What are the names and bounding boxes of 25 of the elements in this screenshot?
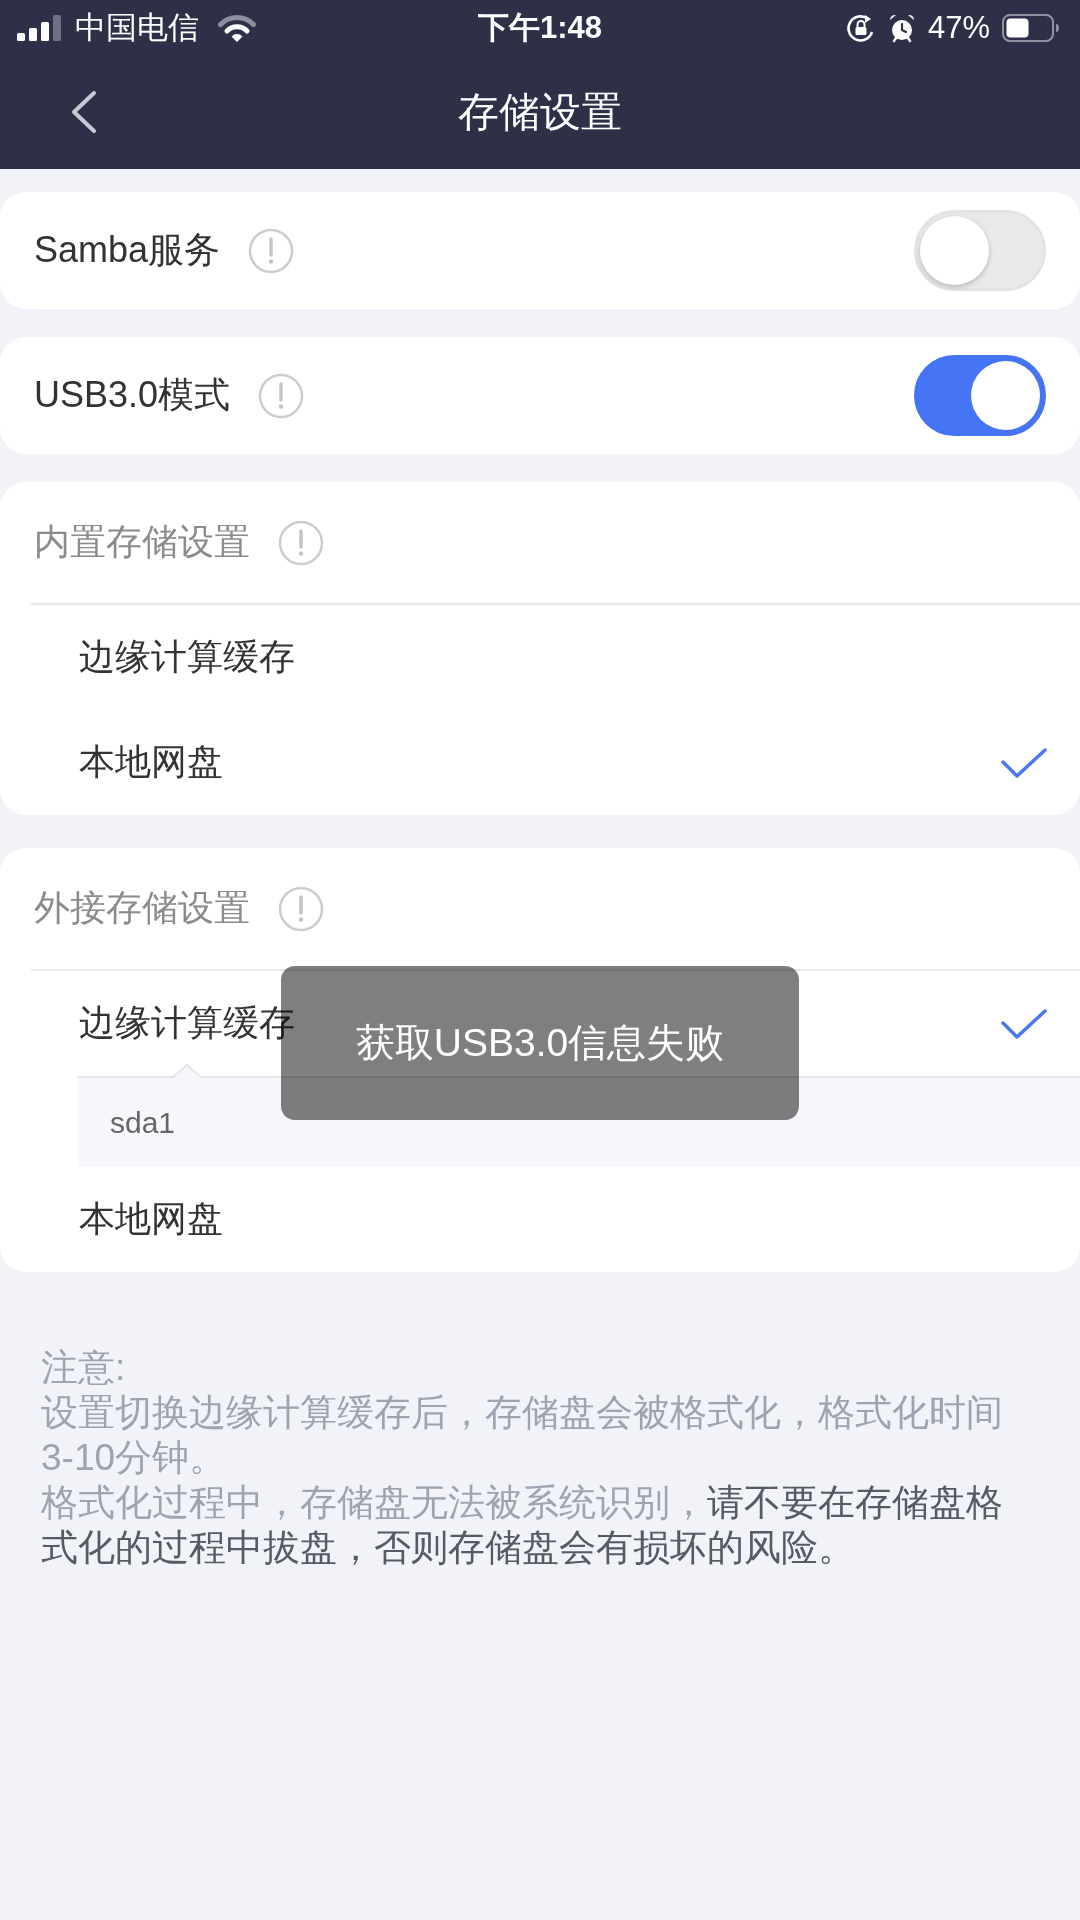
device-name[interactable]: sda1 xyxy=(110,1105,176,1140)
info-icon[interactable] xyxy=(258,372,305,419)
info-icon[interactable] xyxy=(278,519,324,566)
rotation-lock-icon xyxy=(845,13,876,43)
battery-percent: 47% xyxy=(927,10,990,46)
signal-icon xyxy=(17,15,63,41)
note-text: 格式化过程中，存储盘无法被系统识别，请不要在存储盘格式化的过程中拔盘，否则存储盘会有损坏的风险。 xyxy=(41,1481,1004,1570)
setting-label: Samba服务 xyxy=(34,228,221,272)
section-title: 外接存储设置 xyxy=(34,886,250,930)
note-title: 注意: xyxy=(41,1346,127,1390)
storage-option[interactable]: 本地网盘 xyxy=(79,738,223,787)
note-text: 设置切换边缘计算缓存后，存储盘会被格式化，格式化时间3-10分钟。 xyxy=(41,1391,1004,1480)
wifi-icon xyxy=(217,13,257,43)
nav-title: 存储设置 xyxy=(458,88,622,137)
storage-option[interactable]: 本地网盘 xyxy=(79,1195,223,1244)
setting-label: USB3.0模式 xyxy=(34,373,231,417)
status-time: 下午1:48 xyxy=(478,9,602,47)
battery-icon xyxy=(1002,14,1060,42)
section-title: 内置存储设置 xyxy=(34,520,250,564)
chevron-left-icon xyxy=(69,90,97,134)
alarm-clock-icon xyxy=(887,13,916,43)
storage-option[interactable]: 边缘计算缓存 xyxy=(79,633,295,682)
carrier-name: 中国电信 xyxy=(75,9,199,47)
info-icon[interactable] xyxy=(278,885,324,932)
info-icon[interactable] xyxy=(248,227,295,274)
